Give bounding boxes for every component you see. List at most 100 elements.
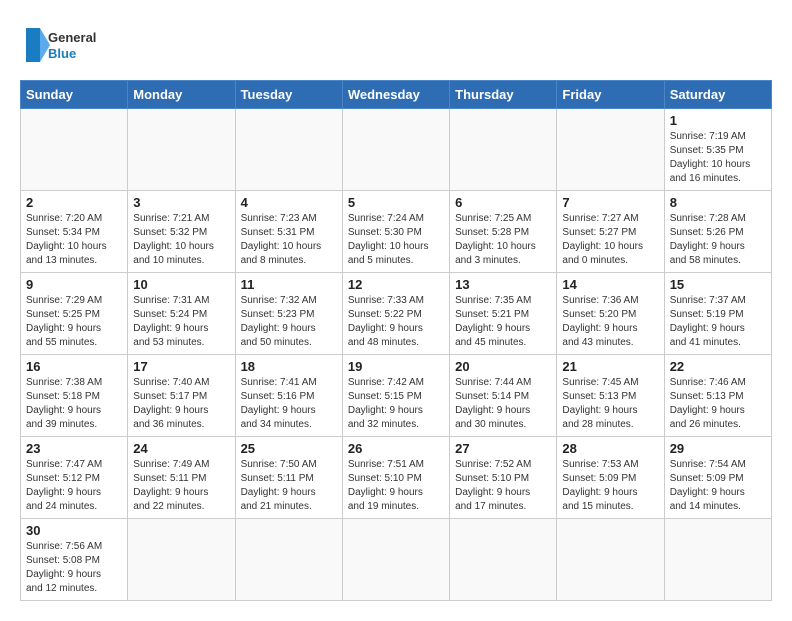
- day-number: 6: [455, 195, 551, 210]
- calendar-cell: 27Sunrise: 7:52 AM Sunset: 5:10 PM Dayli…: [450, 437, 557, 519]
- calendar-week-3: 16 Sunrise: 7:38 AM Sunset: 5:18 PM Dayli…: [21, 355, 772, 437]
- calendar-cell: [557, 109, 664, 191]
- day-number: 10: [133, 277, 229, 292]
- calendar-cell: 10Sunrise: 7:31 AM Sunset: 5:24 PM Dayli…: [128, 273, 235, 355]
- day-info: Sunrise: 7:33 AM Sunset: 5:22 PM Dayligh…: [348, 294, 444, 350]
- day-number: 25: [241, 441, 337, 456]
- day-number: 18: [241, 359, 337, 374]
- calendar-cell: [21, 109, 128, 191]
- day-info: Sunrise: 7:35 AM Sunset: 5:21 PM Dayligh…: [455, 294, 551, 350]
- calendar-week-5: 30 Sunrise: 7:56 AM Sunset: 5:08 PM Dayli…: [21, 519, 772, 601]
- calendar-cell: 16 Sunrise: 7:38 AM Sunset: 5:18 PM Dayli…: [21, 355, 128, 437]
- page-header: General Blue: [20, 20, 772, 70]
- weekday-header-sunday: Sunday: [21, 81, 128, 109]
- calendar-cell: 28 Sunrise: 7:53 AM Sunset: 5:09 PM Dayli…: [557, 437, 664, 519]
- day-info: Sunrise: 7:25 AM Sunset: 5:28 PM Dayligh…: [455, 212, 551, 268]
- day-info: Sunrise: 7:54 AM Sunset: 5:09 PM Dayligh…: [670, 458, 766, 514]
- calendar-cell: 11 Sunrise: 7:32 AM Sunset: 5:23 PM Dayli…: [235, 273, 342, 355]
- calendar-cell: 4Sunrise: 7:23 AM Sunset: 5:31 PM Daylig…: [235, 191, 342, 273]
- day-info: Sunrise: 7:29 AM Sunset: 5:25 PM Dayligh…: [26, 294, 122, 350]
- calendar-week-0: 1 Sunrise: 7:19 AM Sunset: 5:35 PM Daylig…: [21, 109, 772, 191]
- weekday-header-wednesday: Wednesday: [342, 81, 449, 109]
- day-number: 11: [241, 277, 337, 292]
- day-info: Sunrise: 7:19 AM Sunset: 5:35 PM Dayligh…: [670, 130, 766, 186]
- day-number: 22: [670, 359, 766, 374]
- calendar-cell: [235, 519, 342, 601]
- calendar-cell: 30 Sunrise: 7:56 AM Sunset: 5:08 PM Dayli…: [21, 519, 128, 601]
- calendar-cell: 14 Sunrise: 7:36 AM Sunset: 5:20 PM Dayli…: [557, 273, 664, 355]
- calendar-cell: 7Sunrise: 7:27 AM Sunset: 5:27 PM Daylig…: [557, 191, 664, 273]
- day-number: 28: [562, 441, 658, 456]
- day-number: 8: [670, 195, 766, 210]
- svg-text:Blue: Blue: [48, 46, 76, 61]
- logo: General Blue: [20, 20, 110, 70]
- calendar-cell: [128, 519, 235, 601]
- day-number: 9: [26, 277, 122, 292]
- calendar-cell: [235, 109, 342, 191]
- calendar-table: SundayMondayTuesdayWednesdayThursdayFrid…: [20, 80, 772, 601]
- calendar-cell: 21 Sunrise: 7:45 AM Sunset: 5:13 PM Dayli…: [557, 355, 664, 437]
- day-info: Sunrise: 7:45 AM Sunset: 5:13 PM Dayligh…: [562, 376, 658, 432]
- calendar-cell: 6 Sunrise: 7:25 AM Sunset: 5:28 PM Daylig…: [450, 191, 557, 273]
- calendar-cell: 13 Sunrise: 7:35 AM Sunset: 5:21 PM Dayli…: [450, 273, 557, 355]
- day-info: Sunrise: 7:47 AM Sunset: 5:12 PM Dayligh…: [26, 458, 122, 514]
- calendar-cell: 15 Sunrise: 7:37 AM Sunset: 5:19 PM Dayli…: [664, 273, 771, 355]
- day-number: 20: [455, 359, 551, 374]
- day-info: Sunrise: 7:36 AM Sunset: 5:20 PM Dayligh…: [562, 294, 658, 350]
- day-number: 26: [348, 441, 444, 456]
- day-info: Sunrise: 7:37 AM Sunset: 5:19 PM Dayligh…: [670, 294, 766, 350]
- calendar-cell: 25 Sunrise: 7:50 AM Sunset: 5:11 PM Dayli…: [235, 437, 342, 519]
- day-info: Sunrise: 7:50 AM Sunset: 5:11 PM Dayligh…: [241, 458, 337, 514]
- calendar-week-4: 23Sunrise: 7:47 AM Sunset: 5:12 PM Dayli…: [21, 437, 772, 519]
- day-number: 16: [26, 359, 122, 374]
- day-info: Sunrise: 7:28 AM Sunset: 5:26 PM Dayligh…: [670, 212, 766, 268]
- calendar-header: SundayMondayTuesdayWednesdayThursdayFrid…: [21, 81, 772, 109]
- calendar-cell: [342, 519, 449, 601]
- calendar-cell: 19Sunrise: 7:42 AM Sunset: 5:15 PM Dayli…: [342, 355, 449, 437]
- svg-text:General: General: [48, 30, 96, 45]
- day-number: 29: [670, 441, 766, 456]
- calendar-cell: [557, 519, 664, 601]
- day-info: Sunrise: 7:44 AM Sunset: 5:14 PM Dayligh…: [455, 376, 551, 432]
- day-number: 4: [241, 195, 337, 210]
- day-number: 15: [670, 277, 766, 292]
- day-info: Sunrise: 7:56 AM Sunset: 5:08 PM Dayligh…: [26, 540, 122, 596]
- logo-svg: General Blue: [20, 20, 110, 70]
- calendar-cell: 29 Sunrise: 7:54 AM Sunset: 5:09 PM Dayli…: [664, 437, 771, 519]
- calendar-cell: 23Sunrise: 7:47 AM Sunset: 5:12 PM Dayli…: [21, 437, 128, 519]
- weekday-header-monday: Monday: [128, 81, 235, 109]
- calendar-week-2: 9 Sunrise: 7:29 AM Sunset: 5:25 PM Daylig…: [21, 273, 772, 355]
- weekday-header-friday: Friday: [557, 81, 664, 109]
- day-number: 21: [562, 359, 658, 374]
- calendar-cell: 18Sunrise: 7:41 AM Sunset: 5:16 PM Dayli…: [235, 355, 342, 437]
- calendar-cell: [450, 519, 557, 601]
- day-number: 14: [562, 277, 658, 292]
- day-number: 1: [670, 113, 766, 128]
- day-number: 5: [348, 195, 444, 210]
- day-info: Sunrise: 7:27 AM Sunset: 5:27 PM Dayligh…: [562, 212, 658, 268]
- day-number: 17: [133, 359, 229, 374]
- day-number: 3: [133, 195, 229, 210]
- day-number: 2: [26, 195, 122, 210]
- calendar-cell: 17 Sunrise: 7:40 AM Sunset: 5:17 PM Dayli…: [128, 355, 235, 437]
- calendar-cell: 22Sunrise: 7:46 AM Sunset: 5:13 PM Dayli…: [664, 355, 771, 437]
- day-info: Sunrise: 7:53 AM Sunset: 5:09 PM Dayligh…: [562, 458, 658, 514]
- day-info: Sunrise: 7:40 AM Sunset: 5:17 PM Dayligh…: [133, 376, 229, 432]
- calendar-cell: 5Sunrise: 7:24 AM Sunset: 5:30 PM Daylig…: [342, 191, 449, 273]
- calendar-week-1: 2 Sunrise: 7:20 AM Sunset: 5:34 PM Daylig…: [21, 191, 772, 273]
- calendar-cell: 3Sunrise: 7:21 AM Sunset: 5:32 PM Daylig…: [128, 191, 235, 273]
- calendar-cell: 20 Sunrise: 7:44 AM Sunset: 5:14 PM Dayli…: [450, 355, 557, 437]
- day-number: 13: [455, 277, 551, 292]
- day-info: Sunrise: 7:38 AM Sunset: 5:18 PM Dayligh…: [26, 376, 122, 432]
- weekday-header-thursday: Thursday: [450, 81, 557, 109]
- weekday-header-saturday: Saturday: [664, 81, 771, 109]
- calendar-cell: [342, 109, 449, 191]
- day-info: Sunrise: 7:20 AM Sunset: 5:34 PM Dayligh…: [26, 212, 122, 268]
- day-info: Sunrise: 7:42 AM Sunset: 5:15 PM Dayligh…: [348, 376, 444, 432]
- calendar-cell: 12Sunrise: 7:33 AM Sunset: 5:22 PM Dayli…: [342, 273, 449, 355]
- calendar-cell: [128, 109, 235, 191]
- calendar-cell: 1 Sunrise: 7:19 AM Sunset: 5:35 PM Daylig…: [664, 109, 771, 191]
- calendar-cell: 26Sunrise: 7:51 AM Sunset: 5:10 PM Dayli…: [342, 437, 449, 519]
- day-info: Sunrise: 7:32 AM Sunset: 5:23 PM Dayligh…: [241, 294, 337, 350]
- day-number: 30: [26, 523, 122, 538]
